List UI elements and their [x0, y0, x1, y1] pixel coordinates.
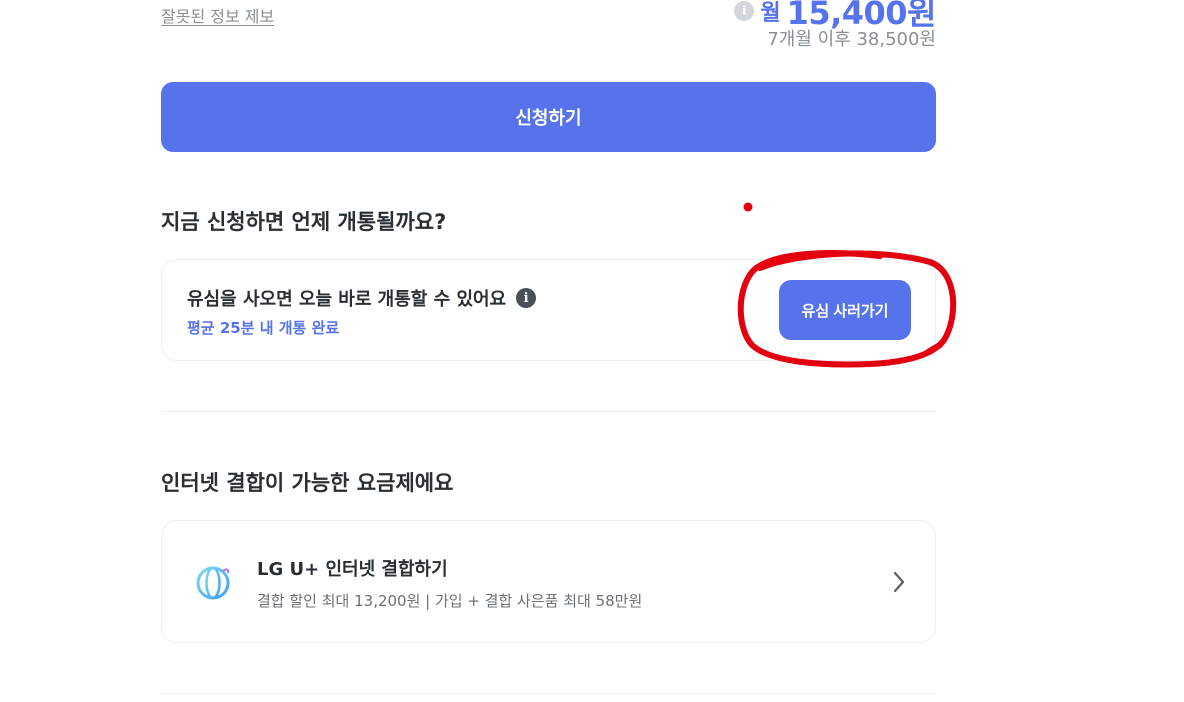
- activation-card: 유심을 사오면 오늘 바로 개통할 수 있어요 i 평균 25분 내 개통 완료…: [161, 259, 936, 361]
- activation-time-text: 평균 25분 내 개통 완료: [187, 319, 340, 337]
- annotation-dot: [743, 202, 753, 212]
- internet-bundle-title: LG U+ 인터넷 결합하기: [257, 559, 448, 580]
- price-after-discount: 7개월 이후 38,500원: [767, 29, 936, 50]
- apply-button[interactable]: 신청하기: [161, 82, 936, 152]
- globe-icon: [196, 566, 230, 600]
- activation-headline: 유심을 사오면 오늘 바로 개통할 수 있어요 i: [187, 285, 537, 311]
- info-icon[interactable]: i: [516, 288, 537, 308]
- chevron-right-icon: [893, 571, 905, 593]
- bottom-divider: [161, 693, 936, 694]
- report-wrong-info-link[interactable]: 잘못된 정보 제보: [161, 3, 274, 27]
- section-divider: [161, 411, 936, 412]
- activation-headline-text: 유심을 사오면 오늘 바로 개통할 수 있어요: [187, 289, 507, 310]
- buy-usim-button[interactable]: 유심 사러가기: [779, 280, 911, 340]
- activation-section-title: 지금 신청하면 언제 개통될까요?: [161, 210, 447, 234]
- plan-detail-page: 잘못된 정보 제보 i 월 15,400원 7개월 이후 38,500원 신청하…: [0, 0, 1184, 702]
- price-info-icon[interactable]: i: [734, 1, 755, 21]
- internet-bundle-desc: 결합 할인 최대 13,200원 | 가입 + 결합 사은품 최대 58만원: [257, 592, 643, 610]
- internet-section-title: 인터넷 결합이 가능한 요금제에요: [161, 471, 454, 495]
- price-prefix: 월: [760, 1, 781, 26]
- internet-bundle-card[interactable]: LG U+ 인터넷 결합하기 결합 할인 최대 13,200원 | 가입 + 결…: [161, 520, 936, 643]
